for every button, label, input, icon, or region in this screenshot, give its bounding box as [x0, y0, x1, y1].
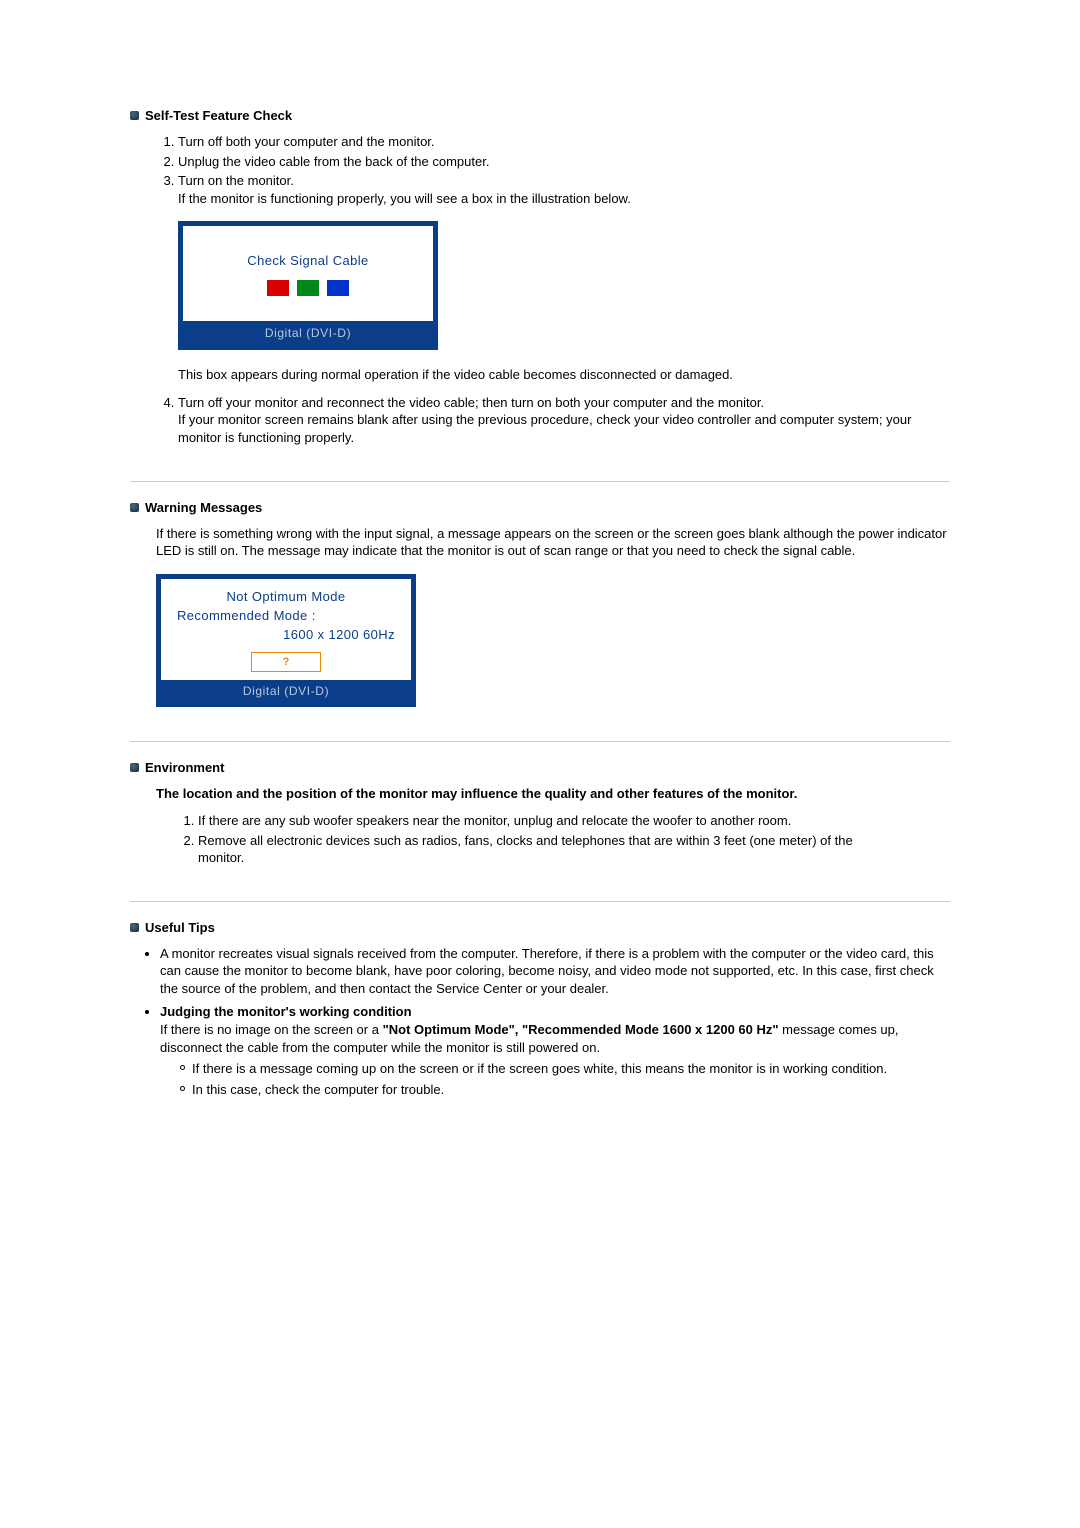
tips-sub-2: In this case, check the computer for tro…: [192, 1081, 950, 1099]
environment-intro: The location and the position of the mon…: [156, 785, 950, 803]
warning-paragraph: If there is something wrong with the inp…: [156, 525, 950, 560]
warning-heading: Warning Messages: [145, 500, 262, 515]
selftest-step-4a: Turn off your monitor and reconnect the …: [178, 395, 764, 410]
bullet-icon: [130, 111, 139, 120]
tips-sub-1: If there is a message coming up on the s…: [192, 1060, 950, 1078]
selftest-box-caption: This box appears during normal operation…: [178, 366, 950, 384]
section-warning: Warning Messages If there is something w…: [130, 481, 950, 741]
check-signal-box: Check Signal Cable Digital (DVI-D): [178, 221, 438, 350]
tips-bullet-2: Judging the monitor's working condition …: [160, 1003, 950, 1098]
environment-item-2: Remove all electronic devices such as ra…: [198, 832, 890, 867]
bullet-icon: [130, 923, 139, 932]
check-signal-text: Check Signal Cable: [247, 252, 368, 270]
tips-bullet-2-title: Judging the monitor's working condition: [160, 1004, 412, 1019]
swatch-green: [297, 280, 319, 296]
selftest-step-3a: Turn on the monitor.: [178, 173, 294, 188]
selftest-heading: Self-Test Feature Check: [145, 108, 292, 123]
not-optimum-box: Not Optimum Mode Recommended Mode : 1600…: [156, 574, 416, 707]
environment-heading: Environment: [145, 760, 224, 775]
selftest-step-2: Unplug the video cable from the back of …: [178, 153, 950, 171]
selftest-step-4b: If your monitor screen remains blank aft…: [178, 412, 911, 445]
not-optimum-line3: 1600 x 1200 60Hz: [283, 627, 399, 642]
box-footer-2: Digital (DVI-D): [161, 680, 411, 702]
section-tips: Useful Tips A monitor recreates visual s…: [130, 901, 950, 1122]
environment-items: If there are any sub woofer speakers nea…: [156, 812, 950, 867]
selftest-step-4: Turn off your monitor and reconnect the …: [178, 394, 950, 447]
section-environment: Environment The location and the positio…: [130, 741, 950, 901]
swatch-red: [267, 280, 289, 296]
tips-bullet-2-bold: "Not Optimum Mode", "Recommended Mode 16…: [383, 1022, 779, 1037]
tips-bullet-1: A monitor recreates visual signals recei…: [160, 945, 950, 998]
section-selftest: Self-Test Feature Check Turn off both yo…: [130, 90, 950, 481]
swatch-blue: [327, 280, 349, 296]
environment-item-1: If there are any sub woofer speakers nea…: [198, 812, 890, 830]
not-optimum-line2: Recommended Mode :: [173, 608, 316, 623]
selftest-step-1: Turn off both your computer and the moni…: [178, 133, 950, 151]
not-optimum-line1: Not Optimum Mode: [226, 589, 345, 604]
selftest-steps: Turn off both your computer and the moni…: [156, 133, 950, 447]
tips-list: A monitor recreates visual signals recei…: [130, 945, 950, 1098]
bullet-icon: [130, 763, 139, 772]
selftest-step-3: Turn on the monitor. If the monitor is f…: [178, 172, 950, 384]
selftest-step-3b: If the monitor is functioning properly, …: [178, 191, 631, 206]
tips-sublist: If there is a message coming up on the s…: [160, 1060, 950, 1098]
bullet-icon: [130, 503, 139, 512]
tips-heading: Useful Tips: [145, 920, 215, 935]
box-footer-1: Digital (DVI-D): [183, 321, 433, 345]
question-box: ?: [251, 652, 321, 672]
tips-bullet-2-pre: If there is no image on the screen or a: [160, 1022, 383, 1037]
